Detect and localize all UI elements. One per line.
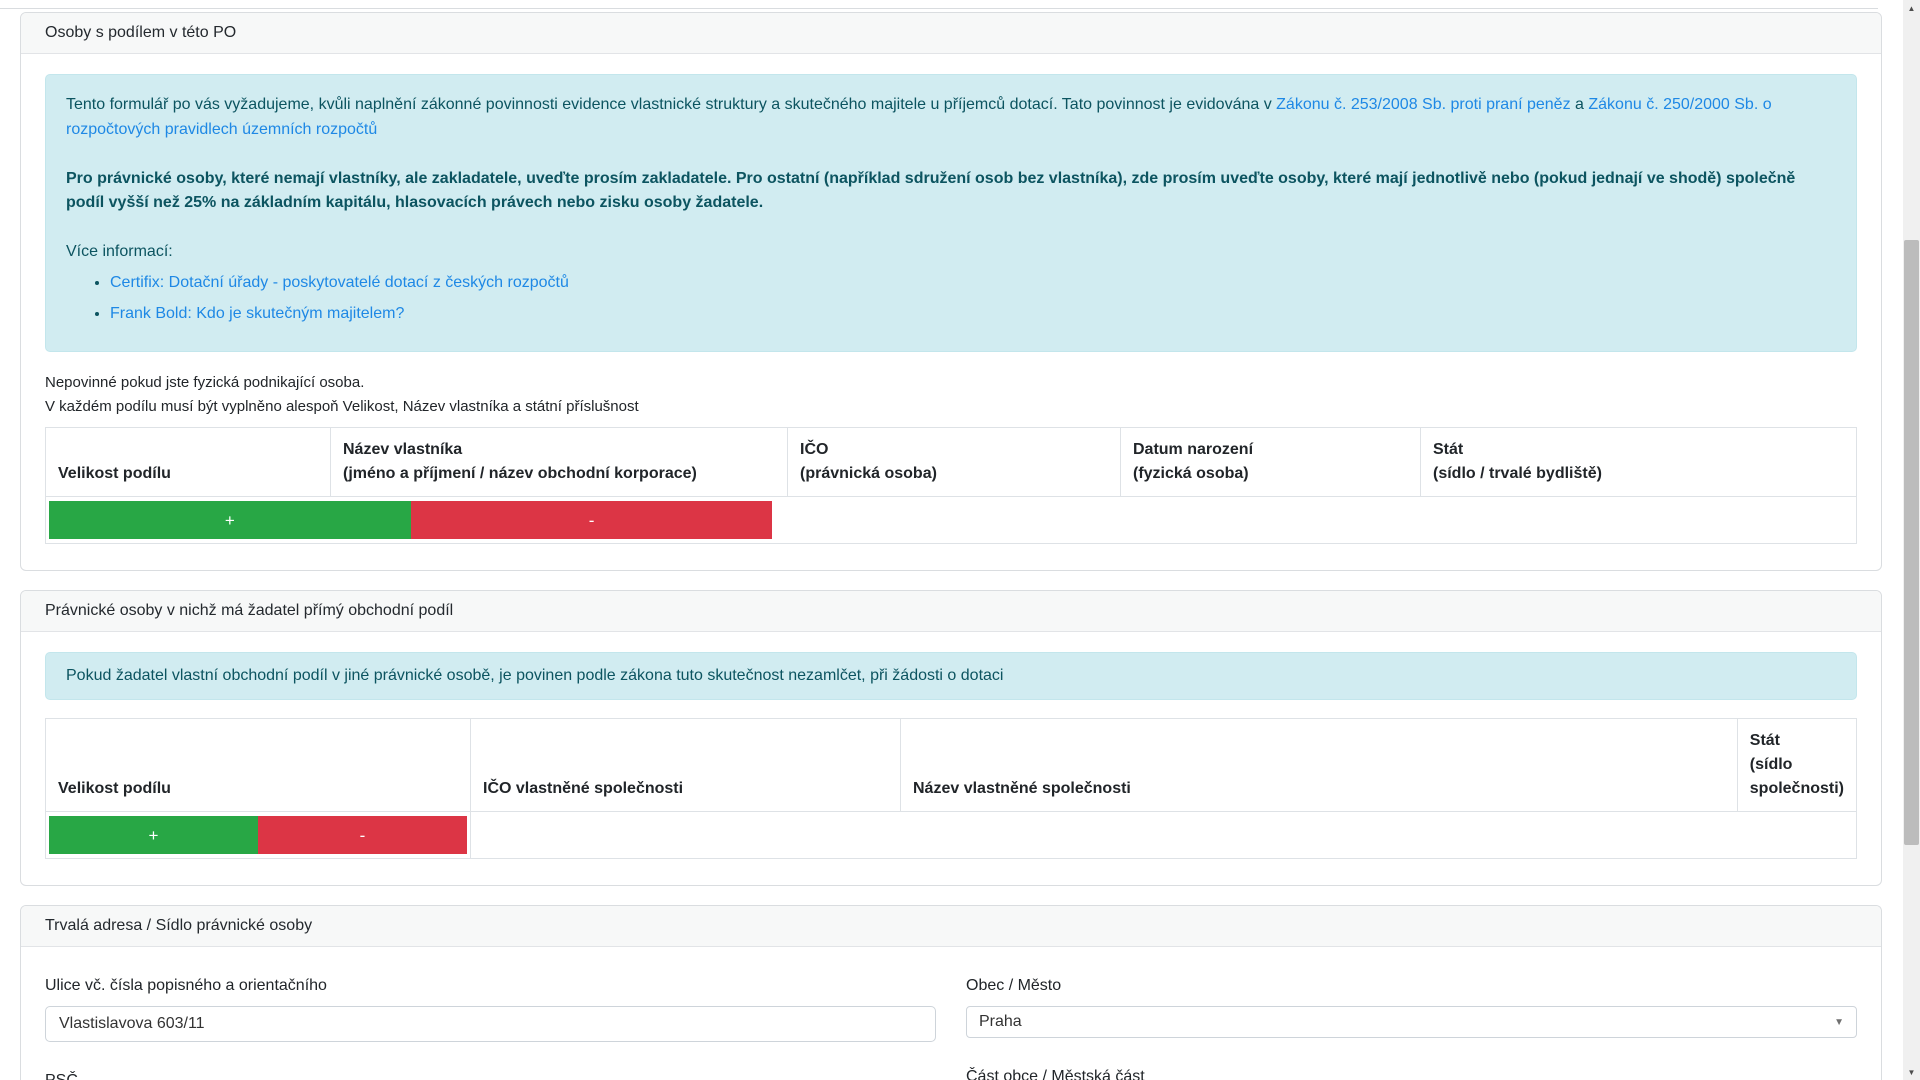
column-header-velikost-podilu: Velikost podílu [46,427,331,496]
holdings-alert-text: Pokud žadatel vlastní obchodní podíl v j… [66,664,1836,689]
owners-table-action-row: + - [46,496,1857,543]
owners-info-alert: Tento formulář po vás vyžadujeme, kvůli … [45,74,1857,352]
holdings-action-cell: + - [46,812,471,859]
form-content: Osoby s podílem v této PO Tento formulář… [20,12,1882,1080]
frank-bold-link[interactable]: Frank Bold: Kdo je skutečným majitelem? [110,305,404,322]
column-header-ico: IČO (právnická osoba) [788,427,1121,496]
owners-section-title: Osoby s podílem v této PO [21,13,1881,54]
column-header-line: Název vlastněné společnosti [913,777,1725,801]
column-header-line: (sídlo společnosti) [1750,753,1844,801]
column-header-velikost-podilu: Velikost podílu [46,719,471,812]
owners-remove-row-button[interactable]: - [411,501,773,539]
holdings-table-header-row: Velikost podílu IČO vlastněné společnost… [46,719,1857,812]
law-253-2008-link[interactable]: Zákonu č. 253/2008 Sb. proti praní peněz [1276,96,1570,113]
column-header-ico-spolecnosti: IČO vlastněné společnosti [471,719,901,812]
optional-note: Nepovinné pokud jste fyzická podnikající… [45,374,1857,391]
holdings-remove-row-button[interactable]: - [258,816,467,854]
address-section-title: Trvalá adresa / Sídlo právnické osoby [21,906,1881,947]
column-header-nazev-vlastnika: Název vlastníka (jméno a příjmení / náze… [331,427,788,496]
holdings-section-title: Právnické osoby v nichž má žadatel přímý… [21,591,1881,632]
holdings-info-alert: Pokud žadatel vlastní obchodní podíl v j… [45,652,1857,701]
scroll-down-icon[interactable]: ▼ [1903,1064,1920,1080]
holdings-table-action-row: + - [46,812,1857,859]
holdings-section-card: Právnické osoby v nichž má žadatel přímý… [20,590,1882,887]
column-header-line: (sídlo / trvalé bydliště) [1433,462,1844,486]
district-label: Část obce / Městská část [966,1068,1857,1080]
scrolled-card-bottom-edge [0,0,1878,9]
column-header-line: Název vlastníka [343,438,775,462]
more-info-link-list: Certifix: Dotační úřady - poskytovatelé … [66,271,1836,327]
chevron-down-icon: ▼ [1834,1017,1844,1028]
column-header-nazev-spolecnosti: Název vlastněné společnosti [901,719,1738,812]
column-header-line: IČO [800,438,1108,462]
scroll-up-icon[interactable]: ▲ [1903,0,1920,16]
column-header-line: Stát [1750,729,1844,753]
address-section-card: Trvalá adresa / Sídlo právnické osoby Ul… [20,905,1882,1080]
certifix-link[interactable]: Certifix: Dotační úřady - poskytovatelé … [110,274,569,291]
owners-add-row-button[interactable]: + [49,501,411,539]
column-header-line: IČO vlastněné společnosti [483,777,888,801]
street-label: Ulice vč. čísla popisného a orientačního [45,977,936,995]
column-header-datum-narozeni: Datum narození (fyzická osoba) [1121,427,1421,496]
column-header-line: Velikost podílu [58,777,458,801]
column-header-line: Stát [1433,438,1844,462]
street-field-group: Ulice vč. čísla popisného a orientačního… [45,977,936,1080]
owners-alert-paragraph-1: Tento formulář po vás vyžadujeme, kvůli … [66,93,1836,143]
column-header-line: (fyzická osoba) [1133,462,1408,486]
address-section-body: Ulice vč. čísla popisného a orientačního… [21,947,1881,1080]
holdings-add-row-button[interactable]: + [49,816,258,854]
city-label: Obec / Město [966,977,1857,995]
vertical-scrollbar[interactable]: ▲ ▼ [1903,0,1920,1080]
alert-text: Tento formulář po vás vyžadujeme, kvůli … [66,96,1276,113]
city-select-value: Praha [979,1013,1022,1031]
more-info-label: Více informací: [66,240,1836,265]
list-item: Frank Bold: Kdo je skutečným majitelem? [110,302,1836,327]
owners-table: Velikost podílu Název vlastníka (jméno a… [45,427,1857,544]
city-select[interactable]: Praha ▼ [966,1006,1857,1038]
holdings-table: Velikost podílu IČO vlastněné společnost… [45,718,1857,859]
column-header-line: (jméno a příjmení / název obchodní korpo… [343,462,775,486]
column-header-line: Datum narození [1133,438,1408,462]
zip-label: PSČ [45,1072,936,1080]
column-header-stat: Stát (sídlo společnosti) [1737,719,1856,812]
owners-section-card: Osoby s podílem v této PO Tento formulář… [20,12,1882,571]
list-item: Certifix: Dotační úřady - poskytovatelé … [110,271,1836,296]
street-input[interactable] [45,1006,936,1042]
column-header-line: (právnická osoba) [800,462,1108,486]
holdings-section-body: Pokud žadatel vlastní obchodní podíl v j… [21,632,1881,886]
column-header-stat: Stát (sídlo / trvalé bydliště) [1421,427,1857,496]
column-header-line: Velikost podílu [58,462,318,486]
scrollbar-thumb[interactable] [1904,240,1919,845]
required-fields-note: V každém podílu musí být vyplněno alespo… [45,398,1857,415]
alert-text: a [1571,96,1589,113]
city-field-group: Obec / Město Praha ▼ Část obce / Městská… [966,977,1857,1080]
owners-table-header-row: Velikost podílu Název vlastníka (jméno a… [46,427,1857,496]
owners-action-cell: + - [46,496,1857,543]
owners-section-body: Tento formulář po vás vyžadujeme, kvůli … [21,54,1881,570]
holdings-empty-cell [471,812,1857,859]
owners-alert-paragraph-2: Pro právnické osoby, které nemají vlastn… [66,167,1836,217]
